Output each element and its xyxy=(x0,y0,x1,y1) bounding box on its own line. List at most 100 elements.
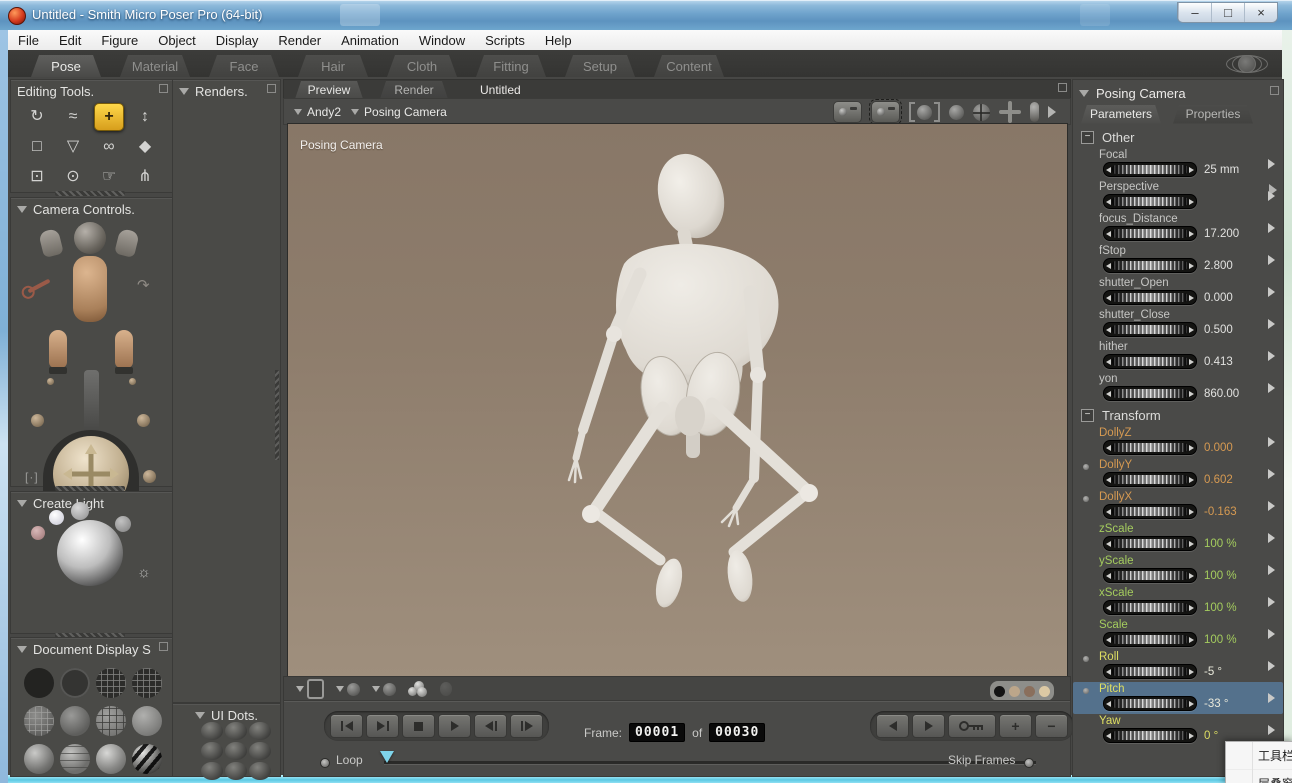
display-style-hidden-line[interactable] xyxy=(132,668,162,698)
ui-dot[interactable] xyxy=(249,742,271,760)
yScale-dial[interactable] xyxy=(1103,568,1197,583)
depth-cue-menu[interactable] xyxy=(296,679,324,699)
display-style-lit-wireframe[interactable] xyxy=(24,706,54,736)
tool-translate-in-out[interactable]: ↕ xyxy=(127,102,163,132)
param-menu-arrow-icon[interactable] xyxy=(1268,629,1275,639)
param-value[interactable]: 0.000 xyxy=(1204,292,1233,304)
param-menu-arrow-icon[interactable] xyxy=(1268,501,1275,511)
DollyX-dial[interactable] xyxy=(1103,504,1197,519)
display-style-wireframe[interactable] xyxy=(96,668,126,698)
camera-dot-control[interactable] xyxy=(137,414,150,427)
ui-dot[interactable] xyxy=(201,742,223,760)
collapse-triangle-icon[interactable] xyxy=(1079,90,1089,97)
tab-fitting[interactable]: Fitting xyxy=(467,55,555,77)
collapse-section-icon[interactable]: − xyxy=(1081,409,1094,422)
collapse-triangle-icon[interactable] xyxy=(17,646,27,653)
sun-light-icon[interactable]: ☼ xyxy=(137,564,151,581)
camera-dot-control[interactable] xyxy=(31,414,44,427)
panel-options-icon[interactable] xyxy=(159,642,168,651)
tab-pose[interactable]: Pose xyxy=(22,55,110,77)
yon-dial[interactable] xyxy=(1103,386,1197,401)
menu-object[interactable]: Object xyxy=(148,30,206,50)
Roll-dial[interactable] xyxy=(1103,664,1197,679)
param-menu-arrow-icon[interactable] xyxy=(1268,693,1275,703)
doc-tab-render[interactable]: Render xyxy=(373,81,455,99)
param-menu-arrow-icon[interactable] xyxy=(1268,319,1275,329)
menu-edit[interactable]: Edit xyxy=(49,30,91,50)
loop-radio[interactable] xyxy=(320,758,330,768)
param-menu-arrow-icon[interactable] xyxy=(1268,255,1275,265)
tool-rotate[interactable]: ↻ xyxy=(19,102,55,132)
tool-twist[interactable]: ≈ xyxy=(55,102,91,132)
panel-options-icon[interactable] xyxy=(267,84,276,93)
timeline-handle[interactable] xyxy=(380,751,394,763)
display-style-texture-shaded[interactable] xyxy=(96,744,126,774)
menu-render[interactable]: Render xyxy=(268,30,331,50)
param-menu-arrow-icon[interactable] xyxy=(1268,469,1275,479)
param-menu-arrow-icon[interactable] xyxy=(1268,533,1275,543)
figure-select-menu[interactable]: Andy2 xyxy=(294,105,341,119)
param-menu-arrow-icon[interactable] xyxy=(1268,191,1275,201)
param-value[interactable]: -33 ° xyxy=(1204,698,1228,710)
tool-taper[interactable]: ▽ xyxy=(55,132,91,162)
display-style-outline[interactable] xyxy=(60,668,90,698)
display-style-flat-shaded[interactable] xyxy=(60,706,90,736)
ui-dot[interactable] xyxy=(249,762,271,780)
tool-grouping[interactable]: ☞ xyxy=(91,162,127,192)
posing-camera-figure-control[interactable] xyxy=(73,256,107,322)
zScale-dial[interactable] xyxy=(1103,536,1197,551)
param-menu-arrow-icon[interactable] xyxy=(1268,223,1275,233)
menu-scripts[interactable]: Scripts xyxy=(475,30,535,50)
tab-face[interactable]: Face xyxy=(200,55,288,77)
tool-morphing-tool[interactable]: ⊡ xyxy=(19,162,55,192)
fStop-dial[interactable] xyxy=(1103,258,1197,273)
ghost-style-icon[interactable] xyxy=(440,682,452,696)
menu-figure[interactable]: Figure xyxy=(91,30,148,50)
display-style-cartoon[interactable] xyxy=(132,706,162,736)
popup-item-1[interactable]: 工具栏 xyxy=(1226,742,1292,770)
panel-options-icon[interactable] xyxy=(1058,83,1067,92)
shutter_Close-dial[interactable] xyxy=(1103,322,1197,337)
panel-drag-handle[interactable] xyxy=(55,191,125,196)
light-dot[interactable] xyxy=(31,526,45,540)
param-value[interactable]: -5 ° xyxy=(1204,666,1222,678)
param-value[interactable]: 0.413 xyxy=(1204,356,1233,368)
shutter_Open-dial[interactable] xyxy=(1103,290,1197,305)
play-button[interactable] xyxy=(438,714,471,738)
viewport-canvas[interactable]: Posing Camera xyxy=(287,123,1068,678)
panel-options-icon[interactable] xyxy=(159,84,168,93)
collapse-triangle-icon[interactable] xyxy=(17,206,27,213)
close-button[interactable]: × xyxy=(1244,3,1277,22)
ui-dot[interactable] xyxy=(201,762,223,780)
collapse-triangle-icon[interactable] xyxy=(17,500,27,507)
minimize-button[interactable]: – xyxy=(1178,3,1211,22)
display-style-menu[interactable] xyxy=(372,683,396,696)
step-forward-button[interactable] xyxy=(510,714,543,738)
param-tab-properties[interactable]: Properties xyxy=(1167,105,1259,124)
param-value[interactable]: 100 % xyxy=(1204,538,1237,550)
figure-andy2[interactable] xyxy=(288,124,1067,677)
param-menu-arrow-icon[interactable] xyxy=(1268,725,1275,735)
param-menu-arrow-icon[interactable] xyxy=(1268,159,1275,169)
camera-dolly-icon[interactable] xyxy=(909,102,940,122)
param-value[interactable]: 2.800 xyxy=(1204,260,1233,272)
param-menu-arrow-icon[interactable] xyxy=(1268,437,1275,447)
total-frames-field[interactable]: 00030 xyxy=(709,723,765,742)
collapse-triangle-icon[interactable] xyxy=(195,712,205,719)
ui-dot[interactable] xyxy=(201,722,223,740)
param-menu-arrow-icon[interactable] xyxy=(1268,565,1275,575)
param-value[interactable]: 0.602 xyxy=(1204,474,1233,486)
step-back-button[interactable] xyxy=(474,714,507,738)
hither-dial[interactable] xyxy=(1103,354,1197,369)
menu-display[interactable]: Display xyxy=(206,30,269,50)
tool-view-magnifier[interactable]: ⊙ xyxy=(55,162,91,192)
flyaround-icon[interactable]: ↷ xyxy=(137,276,150,294)
Pitch-dial[interactable] xyxy=(1103,696,1197,711)
DollyZ-dial[interactable] xyxy=(1103,440,1197,455)
left-hand-camera-control[interactable] xyxy=(38,228,64,258)
tab-hair[interactable]: Hair xyxy=(289,55,377,77)
tool-direct-manipulation[interactable]: ⋔ xyxy=(127,162,163,192)
tab-cloth[interactable]: Cloth xyxy=(378,55,466,77)
param-menu-arrow-icon[interactable] xyxy=(1268,287,1275,297)
edit-keyframes-button[interactable] xyxy=(948,714,996,738)
